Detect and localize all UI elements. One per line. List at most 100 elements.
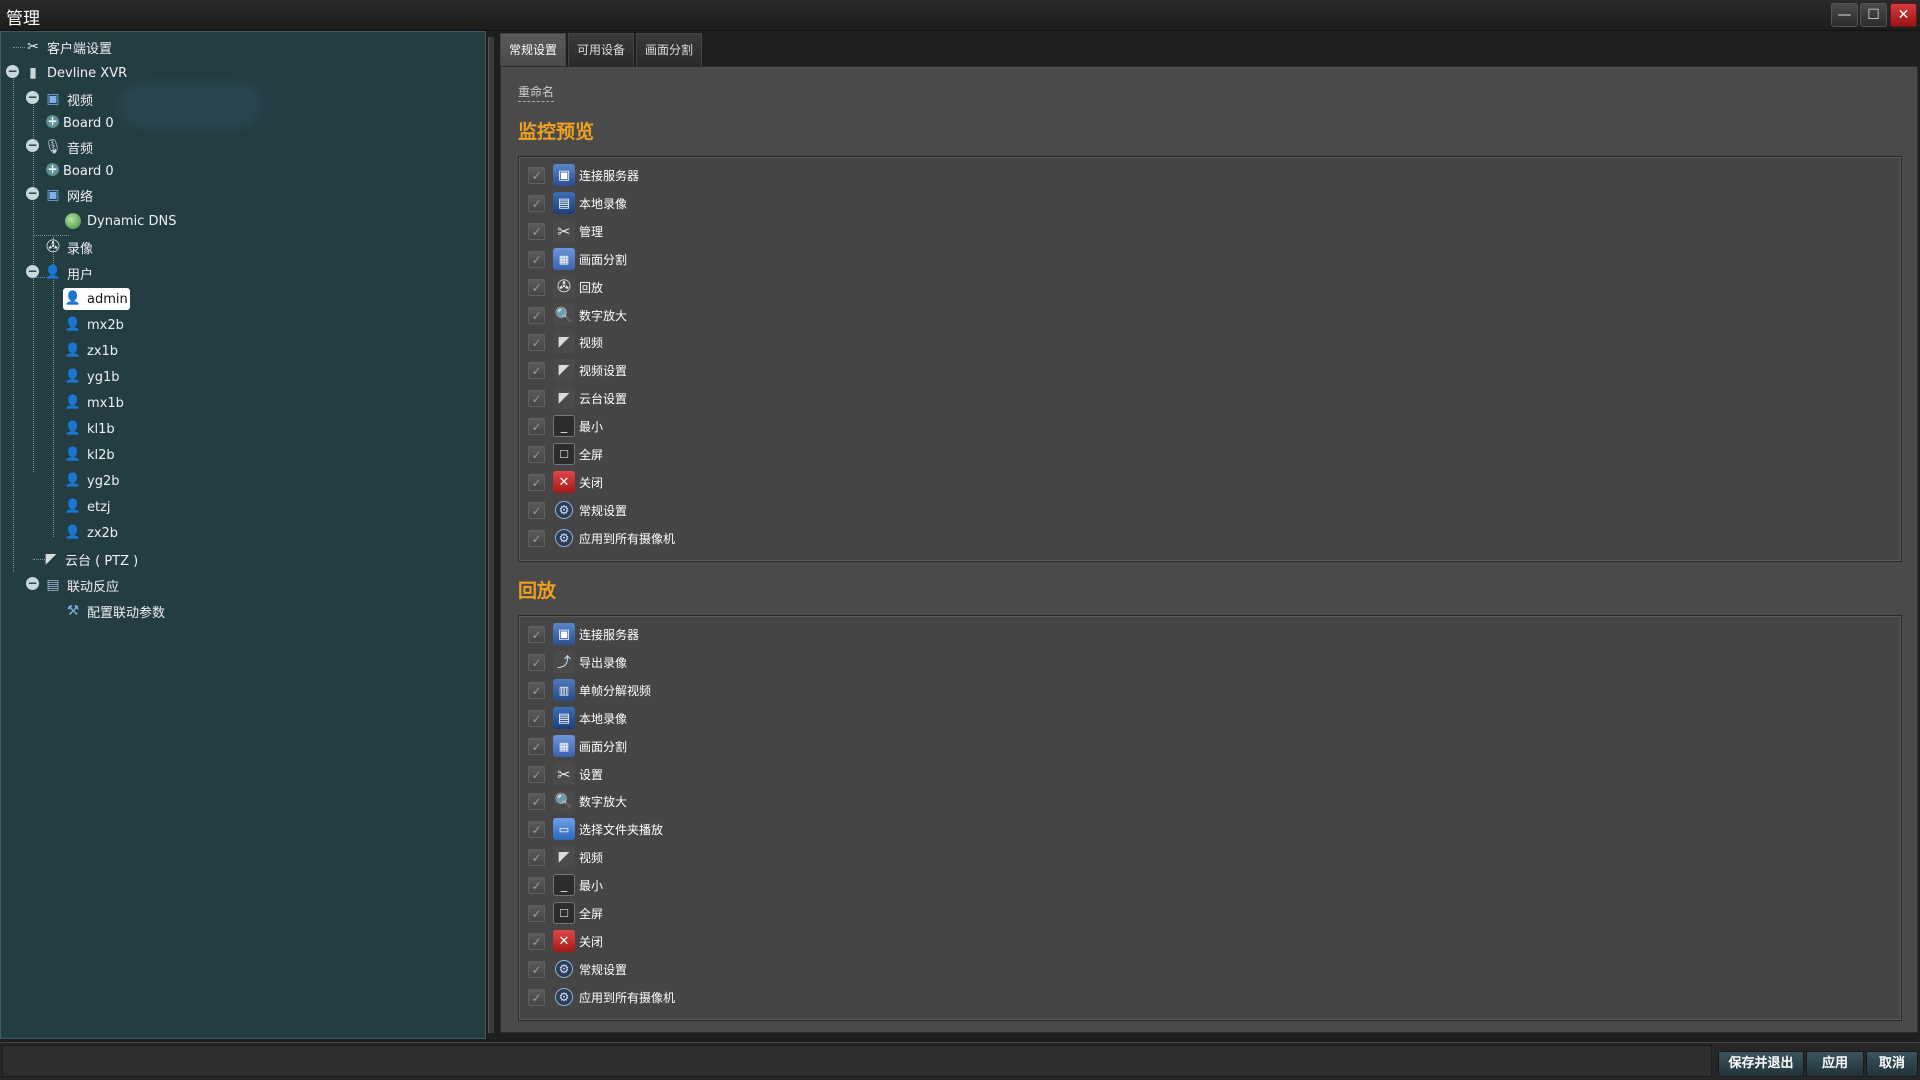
tree-user[interactable]: 👤 kl1b	[63, 418, 115, 440]
tree-linkage[interactable]: ▤ 联动反应	[43, 574, 119, 596]
tree-user[interactable]: 👤 zx2b	[63, 522, 118, 544]
tree-video[interactable]: ▣ 视频	[43, 88, 93, 110]
tree-user[interactable]: 👤 yg2b	[63, 470, 120, 492]
tree-user[interactable]: 👤 zx1b	[63, 340, 118, 362]
permission-checkbox[interactable]: ✓	[528, 445, 545, 463]
tree-user[interactable]: 👤 etzj	[63, 496, 111, 518]
tab-available-devices[interactable]: 可用设备	[568, 33, 635, 66]
maximize-window-button[interactable]: ☐	[1860, 3, 1887, 27]
permission-row[interactable]: ✓ ◤ 视频设置	[528, 358, 627, 382]
permission-row[interactable]: ✓ ▦ 画面分割	[528, 734, 627, 758]
permission-row[interactable]: ✓ ✂ 设置	[528, 762, 603, 786]
collapse-device-button[interactable]: −	[6, 65, 19, 78]
permission-checkbox[interactable]: ✓	[528, 820, 545, 838]
permission-checkbox[interactable]: ✓	[528, 333, 545, 351]
permission-row[interactable]: ✓ _ 最小	[528, 414, 603, 438]
permission-row[interactable]: ✓ ☐ 全屏	[528, 901, 603, 925]
permission-row[interactable]: ✓ ✂ 管理	[528, 219, 603, 243]
permission-row[interactable]: ✓ ◤ 云台设置	[528, 386, 627, 410]
minimize-window-button[interactable]: —	[1831, 3, 1858, 27]
permission-row[interactable]: ✓ ⤴ 导出录像	[528, 650, 627, 674]
permission-row[interactable]: ✓ ▤ 本地录像	[528, 191, 627, 215]
permission-checkbox[interactable]: ✓	[528, 876, 545, 894]
collapse-network-button[interactable]: −	[26, 187, 39, 200]
settings-tree[interactable]: ✂ 客户端设置 − ▮ Devline XVR − ▣ 视频 + Board 0…	[0, 31, 486, 1039]
permission-row[interactable]: ✓ ▤ 本地录像	[528, 706, 627, 730]
permission-row[interactable]: ✓ ⚙ 应用到所有摄像机	[528, 526, 675, 550]
permission-checkbox[interactable]: ✓	[528, 988, 545, 1006]
permission-checkbox[interactable]: ✓	[528, 960, 545, 978]
tree-device[interactable]: ▮ Devline XVR	[23, 62, 127, 84]
tree-video-board[interactable]: Board 0	[63, 112, 114, 134]
permission-checkbox[interactable]: ✓	[528, 737, 545, 755]
tree-users[interactable]: 👤 用户	[43, 262, 93, 284]
permission-row[interactable]: ✓ ☐ 全屏	[528, 442, 603, 466]
permission-row[interactable]: ✓ ▦ 画面分割	[528, 247, 627, 271]
expand-audio-board-button[interactable]: +	[46, 163, 59, 176]
permission-row[interactable]: ✓ ✕ 关闭	[528, 470, 603, 494]
permission-checkbox[interactable]: ✓	[528, 765, 545, 783]
permission-checkbox[interactable]: ✓	[528, 848, 545, 866]
permission-checkbox[interactable]: ✓	[528, 278, 545, 296]
permission-checkbox[interactable]: ✓	[528, 389, 545, 407]
permission-checkbox[interactable]: ✓	[528, 194, 545, 212]
zoom-icon: 🔍	[553, 304, 575, 326]
permission-row[interactable]: ✓ ⚙ 常规设置	[528, 957, 627, 981]
permission-checkbox[interactable]: ✓	[528, 529, 545, 547]
permission-checkbox[interactable]: ✓	[528, 306, 545, 324]
tree-user-admin[interactable]: 👤 admin	[63, 288, 130, 310]
permission-row[interactable]: ✓ ✇ 回放	[528, 275, 603, 299]
permission-row[interactable]: ✓ ◤ 视频	[528, 330, 603, 354]
permission-checkbox[interactable]: ✓	[528, 653, 545, 671]
permission-checkbox[interactable]: ✓	[528, 709, 545, 727]
apply-button[interactable]: 应用	[1806, 1051, 1864, 1077]
tree-audio[interactable]: 🎙 音频	[43, 136, 93, 158]
permission-checkbox[interactable]: ✓	[528, 250, 545, 268]
permission-row[interactable]: ✓ ⚙ 常规设置	[528, 498, 627, 522]
tree-ptz[interactable]: ◤ 云台 ( PTZ )	[41, 548, 139, 570]
tree-network[interactable]: ▣ 网络	[43, 184, 93, 206]
permission-row[interactable]: ✓ 🔍 数字放大	[528, 303, 627, 327]
tree-recording[interactable]: ✇ 录像	[43, 236, 93, 258]
permission-checkbox[interactable]: ✓	[528, 222, 545, 240]
expand-video-board-button[interactable]: +	[46, 115, 59, 128]
permission-checkbox[interactable]: ✓	[528, 501, 545, 519]
permission-checkbox[interactable]: ✓	[528, 681, 545, 699]
permission-checkbox[interactable]: ✓	[528, 166, 545, 184]
panel-splitter[interactable]	[488, 37, 494, 1033]
tree-user[interactable]: 👤 mx2b	[63, 314, 124, 336]
permission-checkbox[interactable]: ✓	[528, 625, 545, 643]
tab-screen-split[interactable]: 画面分割	[636, 33, 703, 66]
permission-row[interactable]: ✓ ▥ 单帧分解视频	[528, 678, 651, 702]
permission-row[interactable]: ✓ ▭ 选择文件夹播放	[528, 817, 663, 841]
permission-checkbox[interactable]: ✓	[528, 361, 545, 379]
permission-checkbox[interactable]: ✓	[528, 473, 545, 491]
tree-audio-board[interactable]: Board 0	[63, 160, 114, 182]
tree-user[interactable]: 👤 yg1b	[63, 366, 120, 388]
rename-link[interactable]: 重命名	[518, 83, 555, 102]
permission-row[interactable]: ✓ ▣ 连接服务器	[528, 622, 639, 646]
tab-general-settings[interactable]: 常规设置	[500, 33, 567, 66]
cancel-button[interactable]: 取消	[1866, 1051, 1918, 1077]
permission-checkbox[interactable]: ✓	[528, 417, 545, 435]
collapse-audio-button[interactable]: −	[26, 139, 39, 152]
tree-linkage-params[interactable]: ⚒ 配置联动参数	[63, 600, 165, 622]
permission-checkbox[interactable]: ✓	[528, 792, 545, 810]
tree-client-settings[interactable]: ✂ 客户端设置	[23, 36, 112, 58]
collapse-linkage-button[interactable]: −	[26, 577, 39, 590]
collapse-users-button[interactable]: −	[26, 265, 39, 278]
collapse-video-button[interactable]: −	[26, 91, 39, 104]
permission-checkbox[interactable]: ✓	[528, 932, 545, 950]
permission-row[interactable]: ✓ _ 最小	[528, 873, 603, 897]
permission-row[interactable]: ✓ ▣ 连接服务器	[528, 163, 639, 187]
permission-row[interactable]: ✓ 🔍 数字放大	[528, 789, 627, 813]
tree-user[interactable]: 👤 kl2b	[63, 444, 115, 466]
tree-dynamic-dns[interactable]: Dynamic DNS	[65, 210, 176, 232]
permission-row[interactable]: ✓ ✕ 关闭	[528, 929, 603, 953]
permission-checkbox[interactable]: ✓	[528, 904, 545, 922]
close-window-button[interactable]: ✕	[1890, 3, 1917, 27]
save-and-exit-button[interactable]: 保存并退出	[1718, 1051, 1804, 1077]
permission-row[interactable]: ✓ ◤ 视频	[528, 845, 603, 869]
permission-row[interactable]: ✓ ⚙ 应用到所有摄像机	[528, 985, 675, 1009]
tree-user[interactable]: 👤 mx1b	[63, 392, 124, 414]
